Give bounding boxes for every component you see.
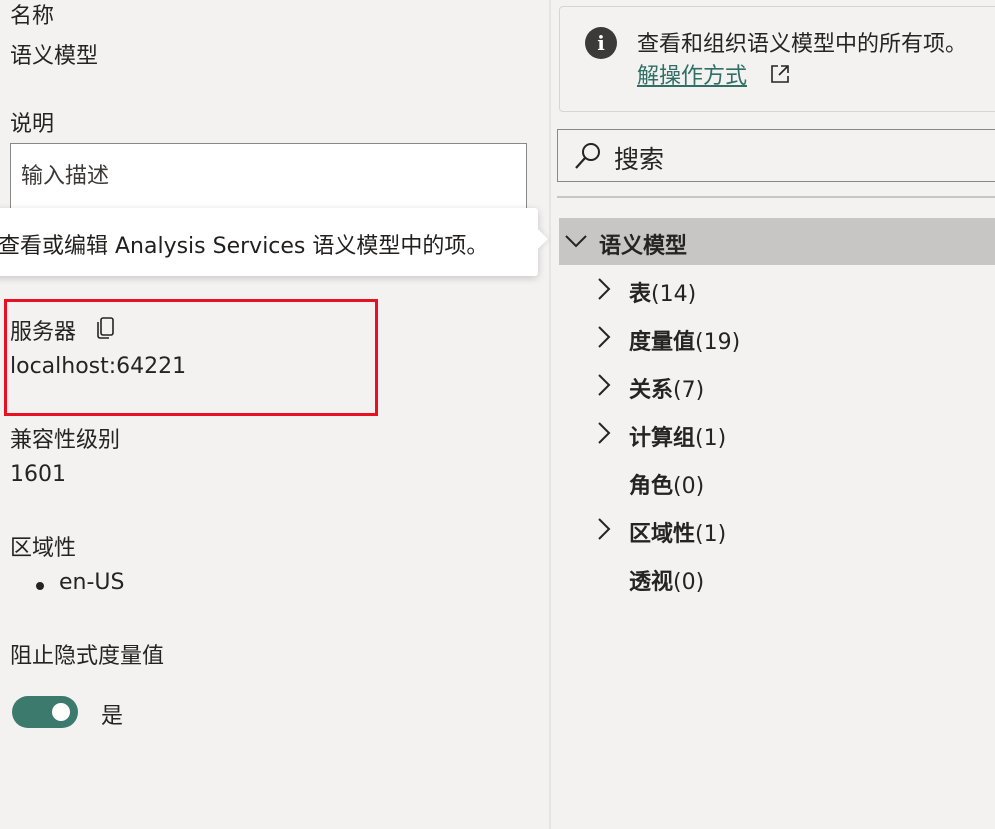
discourage-implicit-measures-toggle[interactable] <box>12 696 78 728</box>
toggle-knob <box>52 703 70 721</box>
tree-item-label: 角色(0) <box>629 468 704 500</box>
tree-item-count: (0) <box>673 570 705 595</box>
tree-item-label: 透视(0) <box>629 564 704 596</box>
info-icon: i <box>585 27 617 59</box>
tree-root-label: 语义模型 <box>599 234 688 259</box>
tree-item-count: (19) <box>695 330 741 355</box>
chevron-right-icon[interactable] <box>596 420 612 446</box>
tree-item[interactable]: 计算组(1) <box>590 414 890 454</box>
tooltip: 查看或编辑 Analysis Services 语义模型中的项。 <box>0 208 538 276</box>
tree-item-label: 表(14) <box>629 276 696 308</box>
tree-item-name: 度量值 <box>629 330 696 355</box>
highlight-box <box>4 299 378 416</box>
tree-item-label: 度量值(19) <box>629 324 740 356</box>
tree-item[interactable]: 区域性(1) <box>590 510 890 550</box>
tree-item[interactable]: 角色(0) <box>590 462 890 502</box>
tree-item-label: 区域性(1) <box>629 516 726 548</box>
tree-item[interactable]: 度量值(19) <box>590 318 890 358</box>
tree-item-name: 表 <box>629 282 652 307</box>
tree-item-name: 关系 <box>629 378 674 403</box>
tree-item-name: 角色 <box>629 474 674 499</box>
name-value: 语义模型 <box>10 44 99 69</box>
chevron-right-icon[interactable] <box>596 276 612 302</box>
description-label: 说明 <box>10 112 55 137</box>
search-placeholder: 搜索 <box>614 145 665 174</box>
tree-item-count: (7) <box>673 378 705 403</box>
search-divider <box>557 196 995 198</box>
tree-item-count: (1) <box>695 426 727 451</box>
external-link-icon[interactable] <box>768 62 792 86</box>
tree-item-label: 关系(7) <box>629 372 704 404</box>
tree-item-count: (0) <box>673 474 705 499</box>
discourage-implicit-measures-label: 阻止隐式度量值 <box>10 644 165 669</box>
chevron-down-icon[interactable] <box>564 231 588 251</box>
tree-item-name: 透视 <box>629 570 674 595</box>
compat-level-label: 兼容性级别 <box>10 428 121 453</box>
chevron-right-icon[interactable] <box>596 372 612 398</box>
tree-item[interactable]: 透视(0) <box>590 558 890 598</box>
tree-item[interactable]: 表(14) <box>590 270 890 310</box>
list-bullet <box>36 582 44 590</box>
info-banner <box>559 6 995 112</box>
chevron-right-icon[interactable] <box>596 324 612 350</box>
tree-item-count: (1) <box>695 522 727 547</box>
name-label: 名称 <box>10 4 55 29</box>
toggle-state-label: 是 <box>101 704 124 729</box>
compat-level-value: 1601 <box>10 462 66 487</box>
tree-item-label: 计算组(1) <box>629 420 726 452</box>
info-text: 查看和组织语义模型中的所有项。 <box>637 32 968 57</box>
tree-item-count: (14) <box>651 282 697 307</box>
culture-label: 区域性 <box>10 536 77 561</box>
search-icon <box>575 143 600 169</box>
tree-item-name: 区域性 <box>629 522 696 547</box>
tree-item[interactable]: 关系(7) <box>590 366 890 406</box>
culture-item: en-US <box>59 570 125 595</box>
learn-more-link[interactable]: 解操作方式 <box>637 58 747 90</box>
chevron-right-icon[interactable] <box>596 516 612 542</box>
tree-item-name: 计算组 <box>629 426 696 451</box>
